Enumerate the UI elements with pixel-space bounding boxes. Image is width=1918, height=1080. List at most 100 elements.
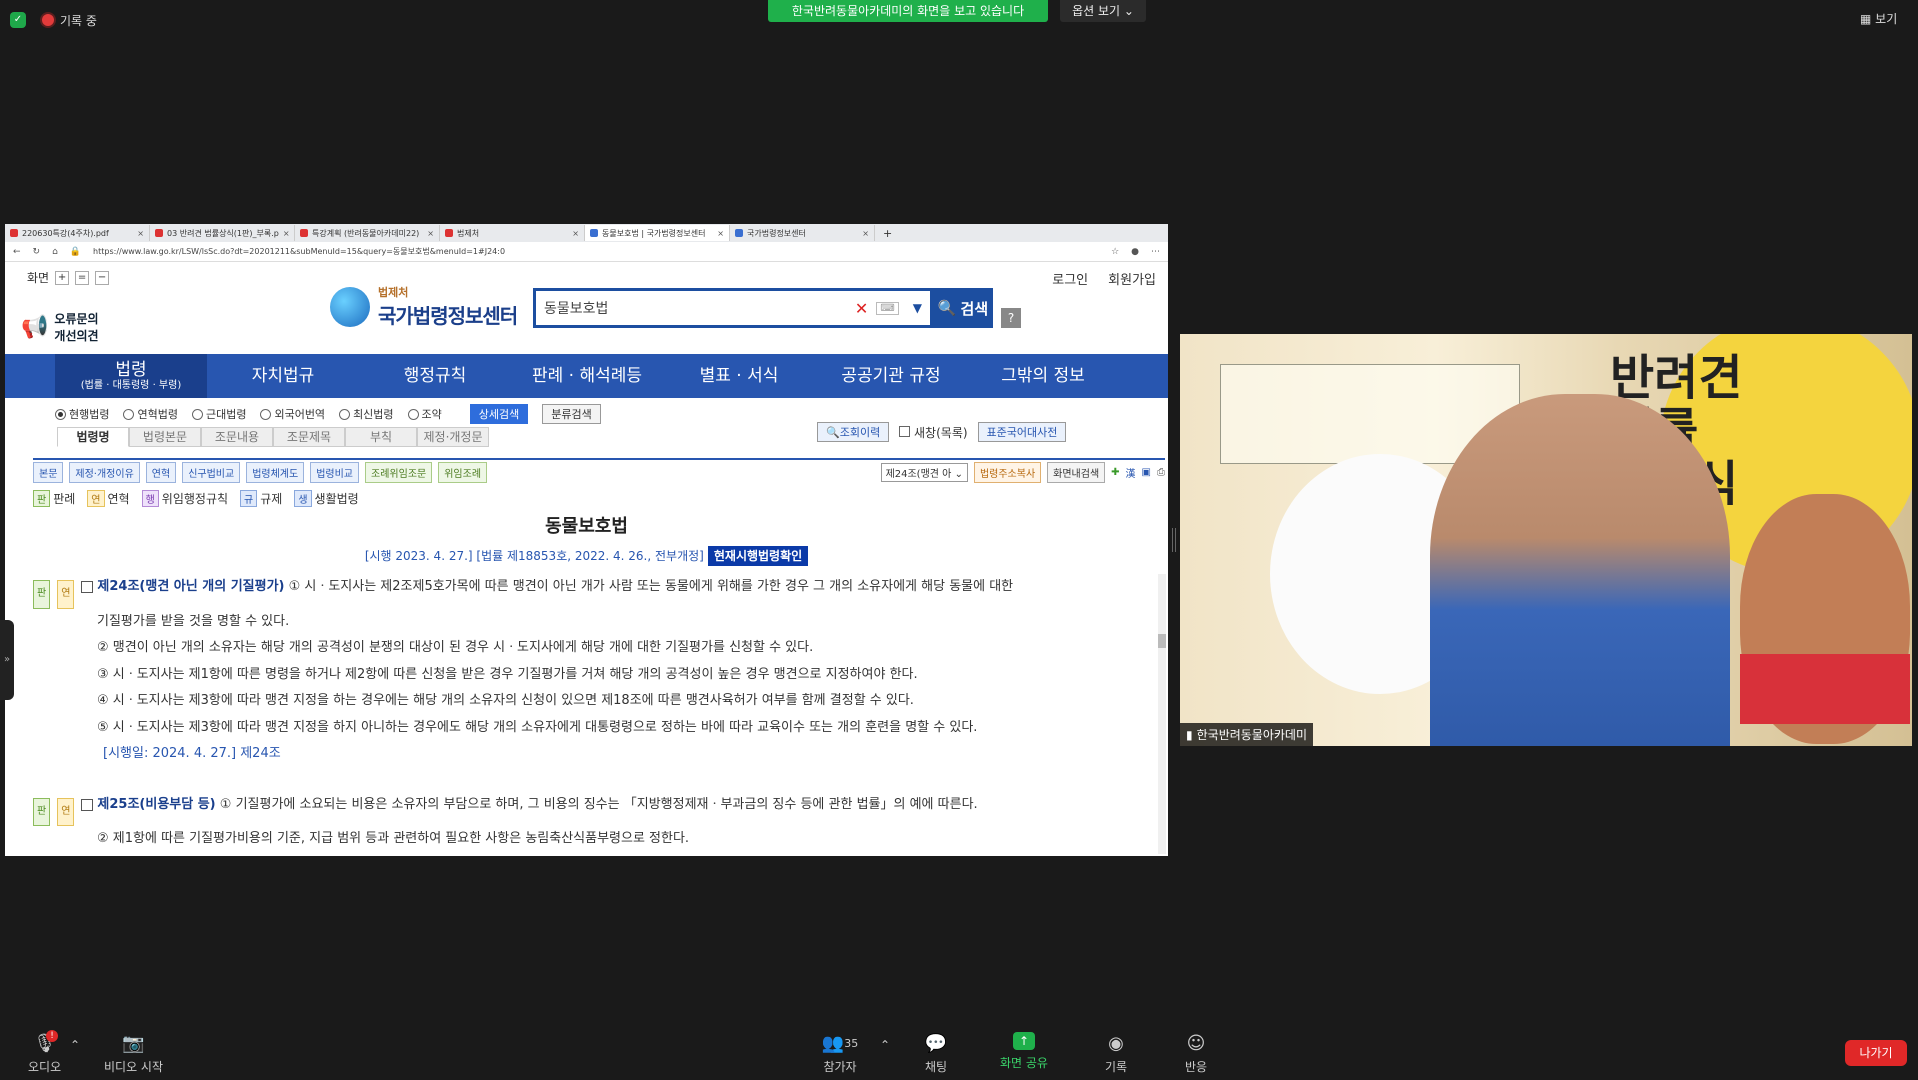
signup-link[interactable]: 회원가입 — [1108, 269, 1156, 288]
video-button[interactable]: 📷 비디오 시작 — [104, 1032, 163, 1075]
site-logo[interactable]: 법제처 국가법령정보센터 — [330, 284, 518, 329]
filter-foreign[interactable]: 외국어번역 — [260, 406, 325, 422]
puzzle-icon[interactable]: ✚ — [1111, 467, 1119, 478]
nav-item-public-rules[interactable]: 공공기관 규정 — [815, 354, 967, 398]
page-scrollbar[interactable] — [1158, 574, 1166, 854]
tool-amend-reason[interactable]: 제정·개정이유 — [69, 461, 140, 483]
more-icon[interactable]: ⋯ — [1151, 247, 1160, 257]
tool-law-compare[interactable]: 법령비교 — [310, 461, 360, 483]
nav-item-local-laws[interactable]: 자치법규 — [207, 354, 359, 398]
reload-icon[interactable]: ↻ — [33, 247, 41, 257]
zoom-out-button[interactable]: − — [95, 270, 110, 285]
tool-ordinance-articles[interactable]: 조례위임조문 — [365, 461, 433, 483]
layout-button[interactable]: ▦ 보기 — [1860, 10, 1897, 27]
close-icon[interactable]: × — [427, 229, 434, 238]
side-panel-handle[interactable]: » — [0, 620, 14, 700]
close-icon[interactable]: × — [572, 229, 579, 238]
feedback-link[interactable]: 📢 오류문의 개선의견 — [21, 310, 141, 350]
star-icon[interactable]: ☆ — [1111, 247, 1119, 257]
audio-options-chevron[interactable]: ⌃ — [70, 1038, 80, 1052]
filter-history[interactable]: 연혁법령 — [123, 406, 178, 422]
copy-address-button[interactable]: 법령주소복사 — [973, 461, 1042, 483]
filter-latest[interactable]: 최신법령 — [339, 406, 394, 422]
browser-tab-active[interactable]: 동물보호법 | 국가법령정보센터 × — [585, 225, 730, 241]
tab-article-title[interactable]: 조문제목 — [273, 427, 345, 447]
browser-tab[interactable]: 국가법령정보센터 × — [730, 225, 875, 241]
tool-history[interactable]: 연혁 — [145, 461, 177, 483]
nav-item-precedents[interactable]: 판례 · 해석례등 — [511, 354, 663, 398]
url-field[interactable]: https://www.law.go.kr/LSW/lsSc.do?dt=202… — [93, 246, 1099, 257]
history-tag[interactable]: 연 — [57, 580, 75, 609]
browser-tab[interactable]: 03 반려견 법률상식(1판)_부록.p × — [150, 225, 295, 241]
audio-button[interactable]: 🎙! 오디오 — [28, 1030, 61, 1075]
tool-body[interactable]: 본문 — [33, 461, 64, 483]
tab-law-name[interactable]: 법령명 — [57, 427, 129, 447]
encryption-shield-icon[interactable]: ✓ — [10, 12, 26, 28]
recording-indicator[interactable]: 기록 중 — [42, 10, 97, 30]
close-icon[interactable]: × — [283, 229, 290, 238]
precedent-tag[interactable]: 판 — [33, 580, 51, 609]
screen-search-button[interactable]: 화면내검색 — [1047, 461, 1106, 483]
close-icon[interactable]: × — [862, 229, 869, 238]
checkbox[interactable] — [899, 425, 911, 437]
article-select[interactable]: 제24조(맹견 아 ⌄ — [880, 462, 968, 482]
filter-treaty[interactable]: 조약 — [407, 406, 442, 422]
detail-search-button[interactable]: 상세검색 — [469, 404, 529, 424]
share-screen-button[interactable]: ↑ 화면 공유 — [1000, 1032, 1048, 1071]
tool-delegated-ordinance[interactable]: 위임조례 — [438, 461, 488, 483]
new-window-checkbox[interactable]: 새창(목록) — [899, 424, 968, 441]
close-icon[interactable]: × — [137, 229, 144, 238]
current-law-button[interactable]: 현재시행법령확인 — [707, 546, 809, 566]
history-button[interactable]: 🔍조회이력 — [817, 422, 890, 442]
help-button[interactable]: ? — [1001, 308, 1021, 328]
chat-button[interactable]: 💬 채팅 — [923, 1032, 949, 1075]
article-checkbox[interactable] — [81, 798, 94, 811]
tab-amendment[interactable]: 제정·개정문 — [417, 427, 489, 447]
browser-tab[interactable]: 특강계획 (반려동물아카데미22) × — [295, 225, 440, 241]
participants-options-chevron[interactable]: ⌃ — [880, 1038, 890, 1052]
close-icon[interactable]: × — [717, 229, 724, 238]
clear-icon[interactable]: ✕ — [855, 299, 868, 318]
participant-video-tile[interactable]: 반려견 법률 상식 ▮ 한국반려동물아카데미 — [1180, 334, 1912, 746]
save-icon[interactable]: ▣ — [1142, 467, 1151, 478]
browser-tab[interactable]: 법제처 × — [440, 225, 585, 241]
print-icon[interactable]: ⎙ — [1157, 467, 1165, 478]
nav-item-admin-rules[interactable]: 행정규칙 — [359, 354, 511, 398]
search-button[interactable]: 🔍 검색 — [933, 288, 993, 328]
filter-modern[interactable]: 근대법령 — [191, 406, 246, 422]
record-button[interactable]: ◉ 기록 — [1103, 1032, 1129, 1075]
hanja-icon[interactable]: 漢 — [1126, 465, 1136, 480]
leave-button[interactable]: 나가기 — [1845, 1040, 1907, 1066]
dictionary-button[interactable]: 표준국어대사전 — [977, 422, 1067, 442]
nav-item-forms[interactable]: 별표 · 서식 — [663, 354, 815, 398]
nav-item-laws[interactable]: 법령 (법률 · 대통령령 · 부령) — [55, 354, 207, 398]
zoom-in-button[interactable]: + — [55, 270, 70, 285]
tool-compare-old-new[interactable]: 신구법비교 — [182, 461, 241, 483]
nav-item-other-info[interactable]: 그밖의 정보 — [967, 354, 1119, 398]
new-tab-icon[interactable]: + — [875, 227, 900, 240]
filter-current[interactable]: 현행법령 — [55, 406, 109, 422]
law-search-input[interactable]: 동물보호법 ✕ ⌨ ▼ — [533, 288, 933, 328]
profile-icon[interactable]: ● — [1131, 247, 1139, 257]
tab-article-content[interactable]: 조문내용 — [201, 427, 273, 447]
article-title[interactable]: 제25조(비용부담 등) — [97, 797, 215, 812]
view-options-button[interactable]: 옵션 보기 ⌄ — [1060, 0, 1146, 22]
home-icon[interactable]: ⌂ — [52, 247, 58, 257]
article-title[interactable]: 제24조(맹견 아닌 개의 기질평가) — [97, 579, 284, 594]
splitter-handle[interactable] — [1172, 528, 1176, 552]
participants-button[interactable]: 👥 35 참가자 — [815, 1032, 865, 1075]
precedent-tag[interactable]: 판 — [33, 797, 51, 826]
zoom-reset-button[interactable]: = — [75, 270, 90, 285]
tool-law-system[interactable]: 법령체계도 — [246, 461, 305, 483]
login-link[interactable]: 로그인 — [1052, 269, 1088, 288]
dropdown-icon[interactable]: ▼ — [913, 301, 922, 315]
keyboard-icon[interactable]: ⌨ — [876, 301, 899, 315]
tab-addenda[interactable]: 부칙 — [345, 427, 417, 447]
back-icon[interactable]: ← — [13, 247, 21, 257]
history-tag[interactable]: 연 — [57, 797, 75, 826]
tab-law-body[interactable]: 법령본문 — [129, 427, 201, 447]
class-search-button[interactable]: 분류검색 — [542, 404, 601, 424]
reactions-button[interactable]: ☺ 반응 — [1183, 1032, 1209, 1075]
article-checkbox[interactable] — [81, 581, 94, 593]
browser-tab[interactable]: 220630특강(4주차).pdf × — [5, 225, 150, 241]
